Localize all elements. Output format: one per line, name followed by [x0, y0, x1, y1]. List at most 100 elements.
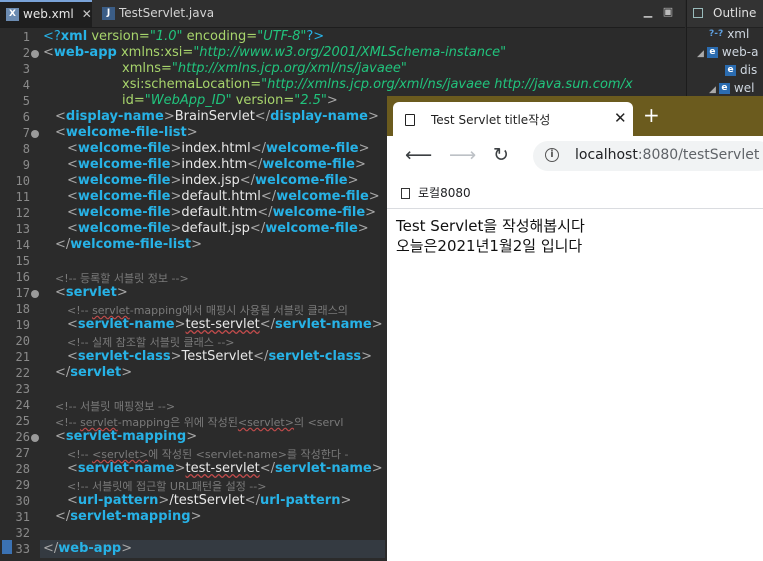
line-number: 5 — [22, 94, 30, 108]
line-number: 20 — [15, 334, 30, 348]
chevron-down-icon[interactable]: ◢ — [697, 49, 704, 59]
code-line: xsi:schemaLocation="http://xmlns.jcp.org… — [122, 77, 633, 92]
info-icon[interactable]: i — [545, 148, 559, 162]
code-line: <!-- 서블릿에 접근할 URL패턴을 설정 --> — [67, 480, 267, 493]
line-number: 29 — [15, 478, 30, 492]
code-line: <welcome-file>index.htm</welcome-file> — [67, 157, 366, 172]
maximize-icon[interactable]: ▣ — [662, 6, 674, 18]
code-line: <!-- 서블릿 매핑정보 --> — [55, 400, 176, 413]
browser-tab-title: Test Servlet title작성 — [431, 113, 551, 127]
new-tab-icon[interactable]: + — [643, 105, 660, 125]
fold-toggle-icon[interactable] — [31, 434, 39, 442]
code-line: <servlet> — [55, 285, 128, 300]
code-line: <welcome-file>default.htm</welcome-file> — [67, 205, 377, 220]
code-line: <servlet-name>test-servlet</servlet-name… — [67, 317, 383, 332]
line-number: 31 — [15, 510, 30, 524]
browser-tab[interactable]: Test Servlet title작성 ✕ — [393, 102, 633, 136]
code-line: </servlet-mapping> — [55, 509, 202, 524]
outline-item-xml[interactable]: ?-? xml — [709, 27, 749, 41]
code-line: <display-name>BrainServlet</display-name… — [55, 109, 379, 124]
address-bar[interactable]: i localhost:8080/testServlet — [533, 141, 763, 171]
outline-item-display-name[interactable]: e dis — [725, 63, 757, 77]
code-line: <welcome-file>index.jsp</welcome-file> — [67, 173, 359, 188]
url-text: localhost:8080/testServlet — [575, 147, 760, 163]
code-line: <!-- servlet-mapping에서 매핑시 사용될 서블릿 클래스의 — [67, 304, 348, 317]
code-line: <welcome-file>default.jsp</welcome-file> — [67, 221, 369, 236]
fold-toggle-icon[interactable] — [31, 50, 39, 58]
element-icon: e — [706, 47, 718, 58]
line-number: 21 — [15, 350, 30, 364]
code-line: </web-app> — [43, 541, 133, 556]
line-number: 23 — [15, 382, 30, 396]
tab-label: web.xml — [23, 7, 74, 21]
fold-toggle-icon[interactable] — [31, 290, 39, 298]
tab-label: TestServlet.java — [119, 6, 215, 20]
element-icon: e — [718, 83, 730, 94]
reload-icon[interactable]: ↻ — [493, 145, 509, 165]
line-number: 13 — [15, 222, 30, 236]
close-icon[interactable]: ✕ — [82, 2, 92, 26]
editor-tab-bar: Xweb.xml ✕ J TestServlet.java ▁ ▣ — [0, 0, 685, 28]
line-number: 10 — [15, 174, 30, 188]
line-number: 26 — [15, 430, 30, 444]
line-number: 7 — [22, 126, 30, 140]
outline-title: Outline — [713, 6, 757, 20]
line-number-gutter: 1 2 3 4 5 6 7 8 9 10 11 12 13 14 15 16 1… — [0, 28, 40, 561]
line-number: 14 — [15, 238, 30, 252]
tab-test-servlet-java[interactable]: J TestServlet.java — [96, 0, 256, 27]
code-line: <!-- 실제 참조할 서블릿 클래스 --> — [67, 336, 235, 349]
line-number: 4 — [22, 78, 30, 92]
code-line: <welcome-file>index.html</welcome-file> — [67, 141, 370, 156]
line-number: 3 — [22, 62, 30, 76]
line-number: 16 — [15, 270, 30, 284]
page-content: Test Servlet을 작성해봅시다 오늘은2021년1월2일 입니다 — [387, 209, 763, 561]
line-number: 17 — [15, 286, 30, 300]
outline-icon — [693, 8, 703, 18]
xml-decl-icon: ?-? — [709, 29, 724, 39]
bookmarks-bar: 로컬8080 — [387, 176, 763, 209]
close-icon[interactable]: ✕ — [614, 109, 627, 127]
line-number: 9 — [22, 158, 30, 172]
bookmark-item[interactable]: 로컬8080 — [401, 184, 471, 201]
line-number: 15 — [15, 254, 30, 268]
outline-header: Outline — [687, 0, 763, 28]
page-text-line: 오늘은2021년1월2일 입니다 — [396, 237, 583, 255]
code-line: <url-pattern>/testServlet</url-pattern> — [67, 493, 352, 508]
code-line: <?xml version="1.0" encoding="UTF-8"?> — [43, 29, 325, 44]
code-line: <!-- 등록할 서블릿 정보 --> — [55, 272, 189, 285]
page-text-line: Test Servlet을 작성해봅시다 — [396, 217, 585, 235]
line-number: 2 — [22, 46, 30, 60]
forward-icon[interactable]: ⟶ — [449, 145, 476, 165]
code-line: <!-- servlet-mapping은 위에 작성된<servlet>의 <… — [55, 416, 344, 429]
fold-toggle-icon[interactable] — [31, 130, 39, 138]
line-number: 24 — [15, 398, 30, 412]
browser-toolbar: ⟵ ⟶ ↻ i localhost:8080/testServlet — [387, 136, 763, 176]
back-icon[interactable]: ⟵ — [405, 145, 432, 165]
browser-window: Test Servlet title작성 ✕ + ⟵ ⟶ ↻ i localho… — [387, 96, 763, 561]
outline-item-welcome-file-list[interactable]: ◢ e wel — [709, 81, 754, 95]
line-number: 12 — [15, 206, 30, 220]
code-line: id="WebApp_ID" version="2.5"> — [122, 93, 338, 108]
element-icon: e — [725, 65, 736, 76]
browser-tab-strip: Test Servlet title작성 ✕ + — [387, 96, 763, 136]
xml-file-icon: X — [6, 8, 19, 21]
line-number: 11 — [15, 190, 30, 204]
page-icon — [405, 114, 415, 126]
line-number: 30 — [15, 494, 30, 508]
outline-item-web-app[interactable]: ◢ e web-a — [697, 45, 758, 59]
current-line-marker — [2, 540, 12, 554]
page-icon — [401, 188, 410, 199]
code-line: </servlet> — [55, 365, 133, 380]
tab-web-xml[interactable]: Xweb.xml ✕ — [0, 0, 92, 27]
code-line: xmlns="http://xmlns.jcp.org/xml/ns/javae… — [122, 61, 407, 76]
minimize-icon[interactable]: ▁ — [642, 6, 654, 18]
code-line: </welcome-file-list> — [55, 237, 203, 252]
line-number: 25 — [15, 414, 30, 428]
code-line: <welcome-file-list> — [55, 125, 198, 140]
line-number: 6 — [22, 110, 30, 124]
java-file-icon: J — [102, 7, 115, 20]
line-number: 19 — [15, 318, 30, 332]
code-line: <servlet-class>TestServlet</servlet-clas… — [67, 349, 373, 364]
code-line: <servlet-name>test-servlet</servlet-name… — [67, 461, 383, 476]
chevron-down-icon[interactable]: ◢ — [709, 85, 716, 95]
